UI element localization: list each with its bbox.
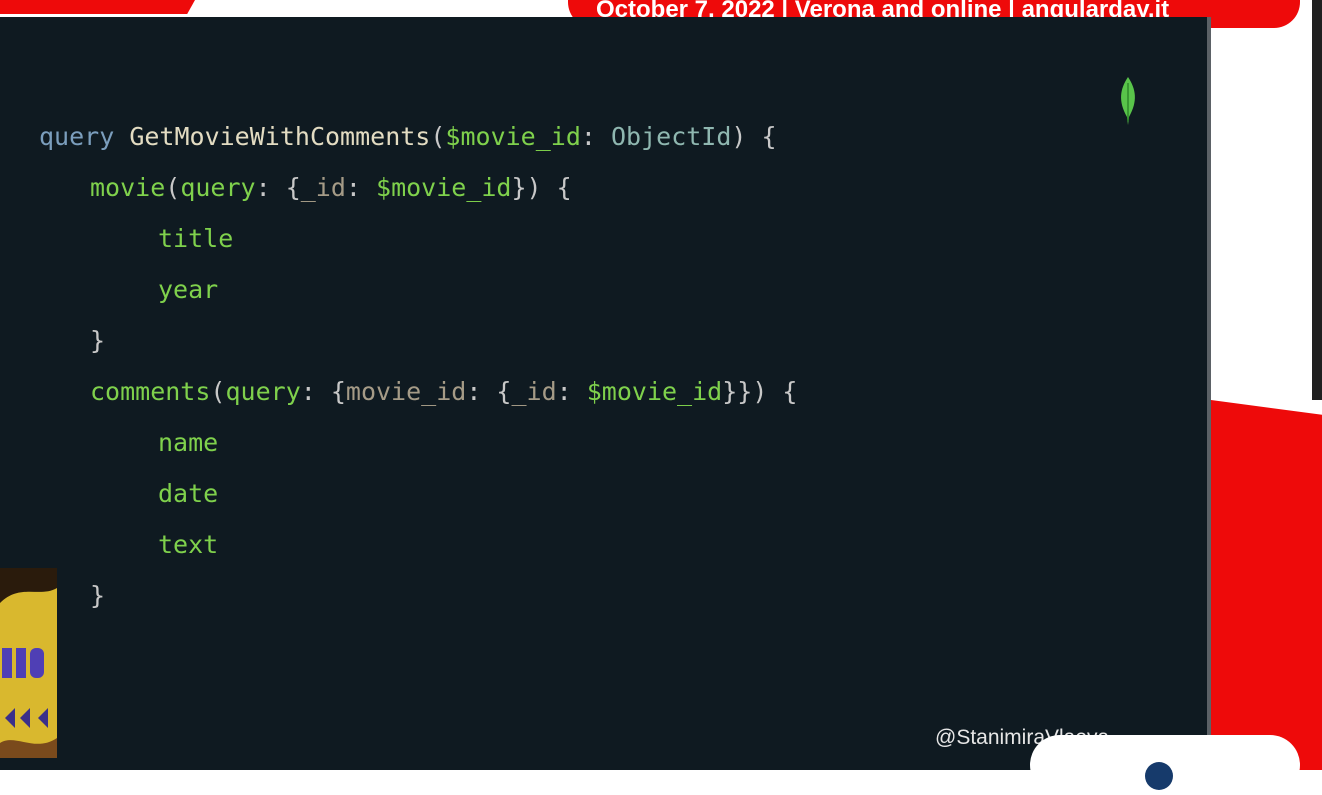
top-left-red-shape: [0, 0, 195, 14]
code-token: (: [210, 377, 226, 406]
code-token: $movie_id: [445, 122, 581, 151]
code-token: _id: [511, 377, 557, 406]
code-token: }}) {: [722, 377, 798, 406]
code-token: : {: [255, 173, 301, 202]
code-token: query: [180, 173, 256, 202]
code-token: :: [556, 377, 587, 406]
code-token: text: [158, 530, 219, 559]
code-token: name: [158, 428, 219, 457]
code-slide: query GetMovieWithComments($movie_id: Ob…: [0, 17, 1207, 770]
code-line: }: [90, 581, 105, 611]
code-token: (: [165, 173, 181, 202]
slide-edge: [1207, 17, 1211, 770]
code-line: year: [158, 275, 218, 305]
code-token: $movie_id: [376, 173, 512, 202]
sponsor-thumbnail: [0, 568, 57, 758]
code-token: GetMovieWithComments: [129, 122, 431, 151]
code-token: year: [158, 275, 219, 304]
right-dark-edge: [1312, 0, 1322, 400]
code-token: query: [39, 122, 115, 151]
code-token: _id: [300, 173, 346, 202]
code-token: date: [158, 479, 219, 508]
bottom-avatar-dot: [1145, 762, 1173, 790]
code-token: (: [430, 122, 446, 151]
code-line: title: [158, 224, 233, 254]
code-token: : {: [300, 377, 346, 406]
code-line: movie(query: {_id: $movie_id}) {: [90, 173, 572, 203]
code-token: :: [580, 122, 611, 151]
code-token: $movie_id: [586, 377, 723, 406]
code-token: }: [90, 326, 106, 355]
code-token: : {: [466, 377, 512, 406]
code-token: movie_id: [345, 377, 467, 406]
code-line: query GetMovieWithComments($movie_id: Ob…: [39, 122, 777, 152]
code-line: name: [158, 428, 218, 458]
code-token: movie: [90, 173, 166, 202]
code-line: }: [90, 326, 105, 356]
code-token: comments: [90, 377, 211, 406]
right-red-panel: [1211, 400, 1322, 770]
code-token: title: [158, 224, 234, 253]
code-token: ) {: [731, 122, 777, 151]
code-token: }) {: [511, 173, 572, 202]
code-line: text: [158, 530, 218, 560]
code-token: :: [345, 173, 377, 202]
code-token: query: [225, 377, 301, 406]
code-token: ObjectId: [611, 122, 732, 151]
code-token: }: [90, 581, 106, 610]
code-line: comments(query: {movie_id: {_id: $movie_…: [90, 377, 797, 407]
mongodb-leaf-icon: [1121, 77, 1135, 125]
code-line: date: [158, 479, 218, 509]
